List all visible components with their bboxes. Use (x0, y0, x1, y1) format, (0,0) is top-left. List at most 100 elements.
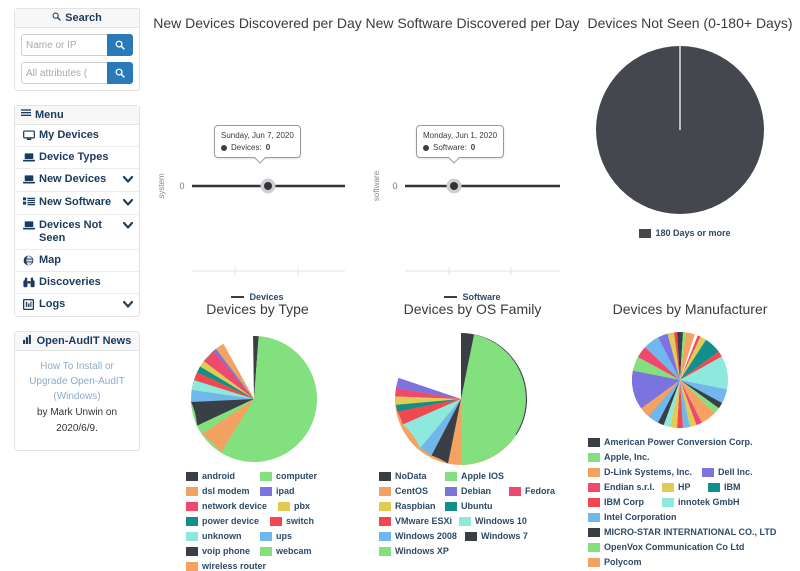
chevron-down-icon[interactable] (122, 174, 134, 187)
legend-swatch (260, 532, 272, 541)
legend-label: Intel Corporation (604, 512, 677, 522)
news-panel-header: Open-AudIT News (15, 332, 139, 351)
hover-point[interactable] (264, 182, 272, 190)
sidebar-item-my-devices[interactable]: My Devices (15, 125, 139, 147)
legend-item[interactable]: computer (260, 470, 317, 483)
legend-swatch (379, 532, 391, 541)
legend-swatch (186, 547, 198, 556)
legend-swatch (588, 498, 600, 507)
legend-item[interactable]: 180 Days or more (639, 227, 731, 240)
legend-item[interactable]: dsl modem (186, 485, 258, 498)
chart-title: New Devices Discovered per Day (153, 15, 362, 31)
legend-item[interactable]: CentOS (379, 485, 443, 498)
legend-swatch (662, 483, 674, 492)
legend-item[interactable]: Windows 7 (465, 530, 528, 543)
chevron-down-icon[interactable] (122, 197, 134, 210)
legend-swatch (379, 502, 391, 511)
legend-label: Dell Inc. (718, 467, 753, 477)
chart-title: New Software Discovered per Day (365, 15, 580, 31)
search-submit-all-attributes[interactable] (107, 62, 133, 84)
menu-panel: Menu My Devices Device Types New Devices… (14, 105, 140, 317)
chart-tooltip: Sunday, Jun 7, 2020 Devices: 0 (214, 125, 301, 164)
news-article-link-line-2[interactable]: Upgrade Open-AudIT (21, 374, 133, 389)
hover-point[interactable] (450, 182, 458, 190)
legend-item[interactable]: wireless router (186, 560, 266, 571)
search-submit-name-ip[interactable] (107, 34, 133, 56)
legend-label: Debian (461, 486, 492, 496)
legend-item[interactable]: ups (260, 530, 292, 543)
pie-plot-area (395, 333, 528, 465)
legend-item[interactable]: IBM (708, 481, 741, 494)
legend-item[interactable]: HP (662, 481, 706, 494)
laptop-icon (22, 152, 35, 163)
sidebar-item-logs[interactable]: Logs (15, 294, 139, 316)
legend-item[interactable]: Windows 2008 (379, 530, 463, 543)
legend-swatch (662, 498, 674, 507)
legend-item[interactable]: voip phone (186, 545, 258, 558)
sidebar-item-label: Discoveries (39, 276, 101, 288)
news-panel: Open-AudIT News How To Install or Upgrad… (14, 331, 140, 451)
chart-devices-by-os-family: Devices by OS Family NoData Apple IOS Ce… (365, 300, 580, 571)
legend-item[interactable]: switch (270, 515, 314, 528)
legend-item[interactable]: NoData (379, 470, 443, 483)
legend-item[interactable]: Polycom (588, 556, 786, 569)
legend-label: MICRO-STAR INTERNATIONAL CO., LTD (604, 527, 777, 537)
legend-item[interactable]: Windows XP (379, 545, 449, 558)
legend-item[interactable]: VMware ESXi (379, 515, 457, 528)
legend-label: NoData (395, 471, 427, 481)
sidebar-item-new-software[interactable]: New Software (15, 192, 139, 215)
legend-label: innotek GmbH (678, 497, 740, 507)
legend-item[interactable]: D-Link Systems, Inc. (588, 466, 700, 479)
chart-legend: android computer dsl modem ipad network … (150, 470, 365, 571)
sidebar-item-new-devices[interactable]: New Devices (15, 169, 139, 192)
legend-item[interactable]: Raspbian (379, 500, 443, 513)
search-input-all-attributes[interactable] (21, 62, 107, 84)
chevron-down-icon[interactable] (122, 299, 134, 312)
legend-item[interactable]: Debian (445, 485, 507, 498)
legend-item[interactable]: Windows 10 (459, 515, 527, 528)
legend-item[interactable]: OpenVox Communication Co Ltd (588, 541, 786, 554)
legend-item[interactable]: ipad (260, 485, 295, 498)
sidebar-item-label: New Devices (39, 173, 107, 185)
legend-item[interactable]: unknown (186, 530, 258, 543)
legend-item[interactable]: Apple IOS (445, 470, 504, 483)
news-article-link-line-3[interactable]: (Windows) (21, 389, 133, 404)
legend-item[interactable]: Fedora (509, 485, 555, 498)
sidebar-item-devices-not-seen[interactable]: Devices Not Seen (15, 215, 139, 250)
sidebar-item-discoveries[interactable]: Discoveries (15, 272, 139, 294)
laptop-icon (22, 220, 35, 231)
legend-item[interactable]: android (186, 470, 258, 483)
tooltip-series-dot (221, 144, 227, 151)
chart-legend: NoData Apple IOS CentOS Debian Fedora Ra… (365, 470, 580, 560)
news-article-link-line-1[interactable]: How To Install or (21, 359, 133, 374)
chevron-down-icon[interactable] (122, 220, 134, 233)
legend-item[interactable]: innotek GmbH (662, 496, 740, 509)
sidebar-item-device-types[interactable]: Device Types (15, 147, 139, 169)
legend-item[interactable]: power device (186, 515, 268, 528)
search-input-name-ip[interactable] (21, 34, 107, 56)
legend-swatch (509, 487, 521, 496)
legend-swatch (588, 438, 600, 447)
tooltip-series-label: Software: (433, 143, 467, 152)
pie-slice-windows-xp[interactable] (461, 334, 526, 465)
sidebar-item-label: Device Types (39, 151, 109, 163)
legend-item[interactable]: webcam (260, 545, 312, 558)
legend-item[interactable]: Intel Corporation (588, 511, 786, 524)
legend-item[interactable]: Apple, Inc. (588, 451, 786, 464)
sidebar-item-label: Logs (39, 298, 66, 310)
legend-item[interactable]: pbx (278, 500, 310, 513)
legend-item[interactable]: MICRO-STAR INTERNATIONAL CO., LTD (588, 526, 786, 539)
legend-item[interactable]: Ubuntu (445, 500, 493, 513)
legend-item[interactable]: American Power Conversion Corp. (588, 436, 786, 449)
legend-item[interactable]: IBM Corp (588, 496, 660, 509)
legend-label: D-Link Systems, Inc. (604, 467, 693, 477)
search-panel-header: Search (15, 9, 139, 28)
legend-item[interactable]: Dell Inc. (702, 466, 753, 479)
dashboard-page: Search Name or IP All attributes (Menu … (0, 0, 800, 571)
legend-item[interactable]: Endian s.r.l. (588, 481, 660, 494)
legend-item[interactable]: network device (186, 500, 276, 513)
menu-panel-title: Menu (35, 109, 64, 121)
legend-swatch (278, 502, 290, 511)
sidebar-item-map[interactable]: Map (15, 250, 139, 272)
legend-label: OpenVox Communication Co Ltd (604, 542, 745, 552)
